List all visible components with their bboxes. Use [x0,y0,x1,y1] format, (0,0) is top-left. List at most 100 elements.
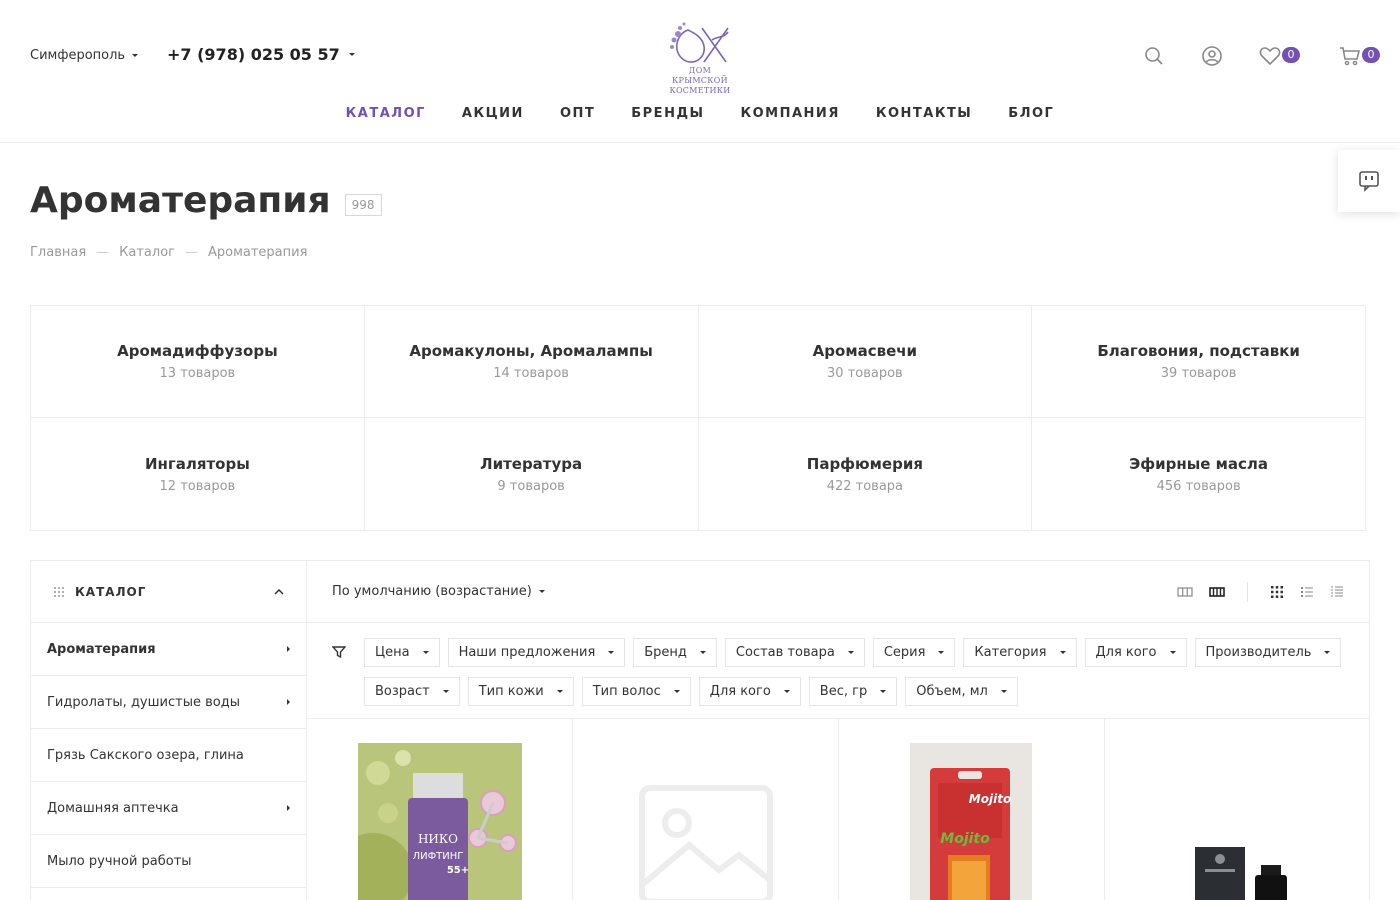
list-view-icon[interactable] [1300,585,1314,599]
filter-icon[interactable] [332,645,346,659]
view-divider [1247,581,1248,602]
filter-label: Категория [974,645,1047,660]
product-image[interactable] [1193,845,1293,900]
subcategory-tile[interactable]: Аромасвечи 30 товаров [698,306,1033,418]
nav-brands[interactable]: БРЕНДЫ [631,106,704,121]
chat-widget-button[interactable] [1338,150,1400,212]
sidebar-item-label: Домашняя аптечка [47,800,179,816]
filter-weight[interactable]: Вес, гр [808,677,898,706]
subcategory-count: 30 товаров [827,366,903,381]
filter-hair-type[interactable]: Тип волос [581,677,691,706]
filter-offers[interactable]: Наши предложения [447,638,626,667]
subcategory-tile[interactable]: Аромадиффузоры 13 товаров [31,306,365,418]
filter-for-whom[interactable]: Для кого [1084,638,1187,667]
chevron-down-icon [422,651,429,654]
sidebar-item-mud-clay[interactable]: Грязь Сакского озера, глина [31,729,306,782]
nav-catalog[interactable]: КАТАЛОГ [346,106,426,121]
catalog-main: По умолчанию (возрастание) Цена Наши пре… [306,560,1370,900]
breadcrumb-home[interactable]: Главная [30,245,86,260]
subcategory-count: 9 товаров [497,478,565,494]
subcategory-tile[interactable]: Эфирные масла 456 товаров [1032,418,1366,531]
filter-composition[interactable]: Состав товара [724,638,865,667]
filter-series[interactable]: Серия [872,638,956,667]
filter-age[interactable]: Возраст [364,677,460,706]
product-card[interactable]: НИКО ЛИФТИНГ 55+ [307,719,573,900]
account-button[interactable] [1200,44,1224,68]
sidebar-item-hydrolates[interactable]: Гидролаты, душистые воды [31,676,306,729]
filter-category[interactable]: Категория [963,638,1077,667]
subcategory-count: 39 товаров [1160,366,1237,381]
image-placeholder-icon[interactable] [639,785,773,900]
columns-3-icon[interactable] [1177,586,1193,598]
filter-manufacturer[interactable]: Производитель [1194,638,1342,667]
filter-label: Наши предложения [458,645,596,660]
subcategory-count: 422 товара [826,478,904,494]
grid-view-icon[interactable] [1270,585,1284,599]
heart-icon [1259,47,1281,66]
filter-label: Вес, гр [819,684,868,699]
chevron-right-icon [287,646,290,652]
product-card[interactable] [1105,719,1371,900]
sidebar-item-first-aid[interactable]: Домашняя аптечка [31,782,306,835]
chat-icon [1359,171,1379,192]
chevron-down-icon [132,54,139,57]
phone-selector[interactable]: +7 (978) 025 05 57 [167,45,355,64]
nav-promotions[interactable]: АКЦИИ [462,106,524,121]
sidebar-catalog-header[interactable]: КАТАЛОГ [31,561,306,623]
chevron-down-icon [1059,651,1066,654]
page-title: Ароматерапия [30,180,331,221]
product-card[interactable]: Mojito Mojito [839,719,1105,900]
sidebar-item-label: Ароматерапия [47,641,156,657]
nav-contacts[interactable]: КОНТАКТЫ [876,106,972,121]
product-image[interactable]: НИКО ЛИФТИНГ 55+ [358,743,522,900]
sort-dropdown[interactable]: По умолчанию (возрастание) [332,584,1177,599]
chevron-down-icon [538,590,545,593]
filter-price[interactable]: Цена [364,638,440,667]
chevron-down-icon [608,651,615,654]
nav-wholesale[interactable]: ОПТ [560,106,595,121]
subcategory-name: Литература [480,454,583,473]
chevron-right-icon [287,699,290,705]
filter-for-whom-2[interactable]: Для кого [698,677,801,706]
subcategory-tile[interactable]: Ингаляторы 12 товаров [31,418,365,531]
filter-volume[interactable]: Объем, мл [905,677,1018,706]
subcategory-name: Эфирные масла [1129,454,1269,473]
breadcrumb-current: Ароматерапия [207,245,308,260]
breadcrumb-catalog[interactable]: Каталог [119,245,175,260]
subcategory-name: Благовония, подставки [1097,342,1300,360]
sidebar-item-aromatherapy[interactable]: Ароматерапия [31,623,306,676]
nav-blog[interactable]: БЛОГ [1008,106,1054,121]
cart-icon [1340,47,1361,66]
breadcrumb: Главная — Каталог — Ароматерапия [30,245,307,260]
subcategory-tile[interactable]: Парфюмерия 422 товара [698,418,1033,531]
product-image[interactable]: Mojito Mojito [910,743,1032,900]
subcategory-tile[interactable]: Благовония, подставки 39 товаров [1032,306,1366,418]
favorites-count-badge: 0 [1282,47,1300,63]
subcategory-tile[interactable]: Аромакулоны, Аромалампы 14 товаров [364,306,699,418]
logo-text: ДОМ КРЫМСКОЙ КОСМЕТИКИ [669,66,731,95]
filter-label: Состав товара [735,645,835,660]
nav-company[interactable]: КОМПАНИЯ [741,106,840,121]
cart-button[interactable]: 0 [1338,44,1380,68]
site-header: Симферополь +7 (978) 025 05 57 ДОМ КРЫМС… [0,0,1400,143]
compact-list-icon[interactable] [1330,585,1344,599]
filter-brand[interactable]: Бренд [633,638,717,667]
chevron-up-icon[interactable] [274,588,284,595]
cart-count-badge: 0 [1362,47,1380,63]
subcategory-count: 12 товаров [159,478,236,494]
chevron-right-icon [287,805,290,811]
product-brand-text: НИКО [418,832,458,846]
filter-label: Тип кожи [478,684,544,699]
sidebar-item-soap[interactable]: Мыло ручной работы [31,835,306,888]
chevron-down-icon [673,690,680,693]
columns-4-icon[interactable] [1209,586,1225,598]
user-icon [1202,46,1222,66]
subcategory-count: 14 товаров [493,366,569,381]
favorites-button[interactable]: 0 [1258,44,1300,68]
subcategory-tile[interactable]: Литература 9 товаров [364,418,699,531]
site-logo[interactable]: ДОМ КРЫМСКОЙ КОСМЕТИКИ [662,20,738,95]
filter-skin-type[interactable]: Тип кожи [467,677,574,706]
search-button[interactable] [1142,44,1166,68]
city-selector[interactable]: Симферополь [30,48,139,63]
product-card[interactable] [573,719,839,900]
